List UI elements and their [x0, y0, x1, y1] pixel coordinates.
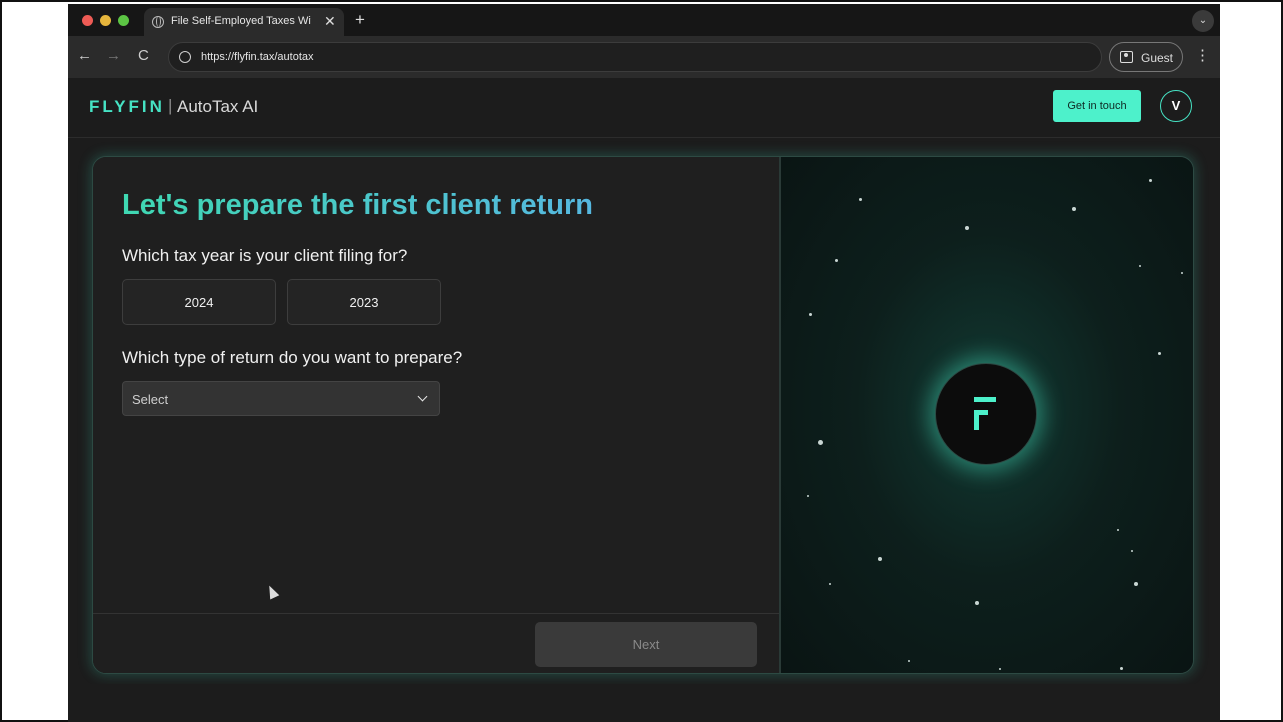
star-dot	[1134, 582, 1138, 586]
star-dot	[1139, 265, 1141, 267]
return-type-select[interactable]: Select	[122, 381, 440, 416]
brand-separator: |	[168, 96, 173, 115]
globe-icon	[152, 16, 164, 28]
star-dot	[1158, 352, 1161, 355]
star-dot	[807, 495, 809, 497]
star-dot	[1120, 667, 1123, 670]
back-button[interactable]: ←	[77, 47, 92, 64]
browser-window: File Self-Employed Taxes With ✕ + ⌄ ← → …	[68, 4, 1220, 722]
star-dot	[1181, 272, 1183, 274]
address-bar[interactable]: https://flyfin.tax/autotax	[168, 42, 1102, 72]
maximize-window-button[interactable]	[118, 15, 129, 26]
star-dot	[829, 583, 831, 585]
profile-button[interactable]: Guest	[1109, 42, 1183, 72]
page-bottom-area	[68, 684, 1220, 722]
onboarding-card: Let's prepare the first client return Wh…	[92, 156, 1194, 674]
star-dot	[1149, 179, 1152, 182]
minimize-window-button[interactable]	[100, 15, 111, 26]
tab-list-button[interactable]: ⌄	[1192, 10, 1214, 32]
get-in-touch-button[interactable]: Get in touch	[1053, 90, 1141, 122]
browser-toolbar: ← → C https://flyfin.tax/autotax Guest ⋮	[68, 36, 1220, 78]
mouse-pointer-icon	[264, 583, 280, 600]
tab-close-icon[interactable]: ✕	[324, 13, 336, 30]
tab-strip: File Self-Employed Taxes With ✕ + ⌄	[68, 4, 1220, 36]
star-dot	[878, 557, 882, 561]
star-dot	[1131, 550, 1133, 552]
star-dot	[1117, 529, 1119, 531]
return-type-value: Select	[132, 392, 169, 407]
forward-button[interactable]: →	[106, 47, 121, 64]
tax-year-question: Which tax year is your client filing for…	[122, 246, 408, 265]
user-avatar[interactable]: V	[1160, 90, 1192, 122]
profile-label: Guest	[1141, 51, 1174, 65]
brand-logo[interactable]: FLYFIN	[89, 97, 165, 117]
browser-menu-button[interactable]: ⋮	[1195, 46, 1210, 64]
page-title: Let's prepare the first client return	[122, 189, 594, 221]
star-dot	[1072, 207, 1076, 211]
year-option-2023[interactable]: 2023	[287, 279, 441, 325]
new-tab-button[interactable]: +	[355, 10, 365, 30]
site-info-icon[interactable]	[179, 51, 191, 63]
screenshot-frame: File Self-Employed Taxes With ✕ + ⌄ ← → …	[0, 0, 1283, 722]
form-footer: Next	[93, 613, 779, 673]
app-header: FLYFIN | AutoTax AI Get in touch V	[68, 78, 1220, 138]
star-dot	[835, 259, 838, 262]
star-dot	[809, 313, 812, 316]
star-dot	[965, 226, 969, 230]
close-window-button[interactable]	[82, 15, 93, 26]
flyfin-logo-icon	[974, 397, 996, 430]
form-panel: Let's prepare the first client return Wh…	[93, 157, 779, 673]
star-dot	[908, 660, 910, 662]
flyfin-logo-orb	[935, 363, 1037, 465]
return-type-question: Which type of return do you want to prep…	[122, 348, 463, 367]
year-option-2024[interactable]: 2024	[122, 279, 276, 325]
next-button[interactable]: Next	[535, 622, 757, 667]
star-dot	[859, 198, 862, 201]
profile-icon	[1120, 51, 1133, 63]
browser-tab[interactable]: File Self-Employed Taxes With ✕	[144, 8, 344, 36]
illustration-panel	[779, 157, 1193, 673]
star-dot	[999, 668, 1001, 670]
star-dot	[975, 601, 979, 605]
star-dot	[818, 440, 823, 445]
product-name: AutoTax AI	[177, 97, 259, 116]
url-text[interactable]: https://flyfin.tax/autotax	[201, 51, 314, 63]
reload-button[interactable]: C	[138, 47, 149, 64]
chevron-down-icon	[417, 391, 428, 402]
tab-title: File Self-Employed Taxes With	[171, 15, 311, 27]
